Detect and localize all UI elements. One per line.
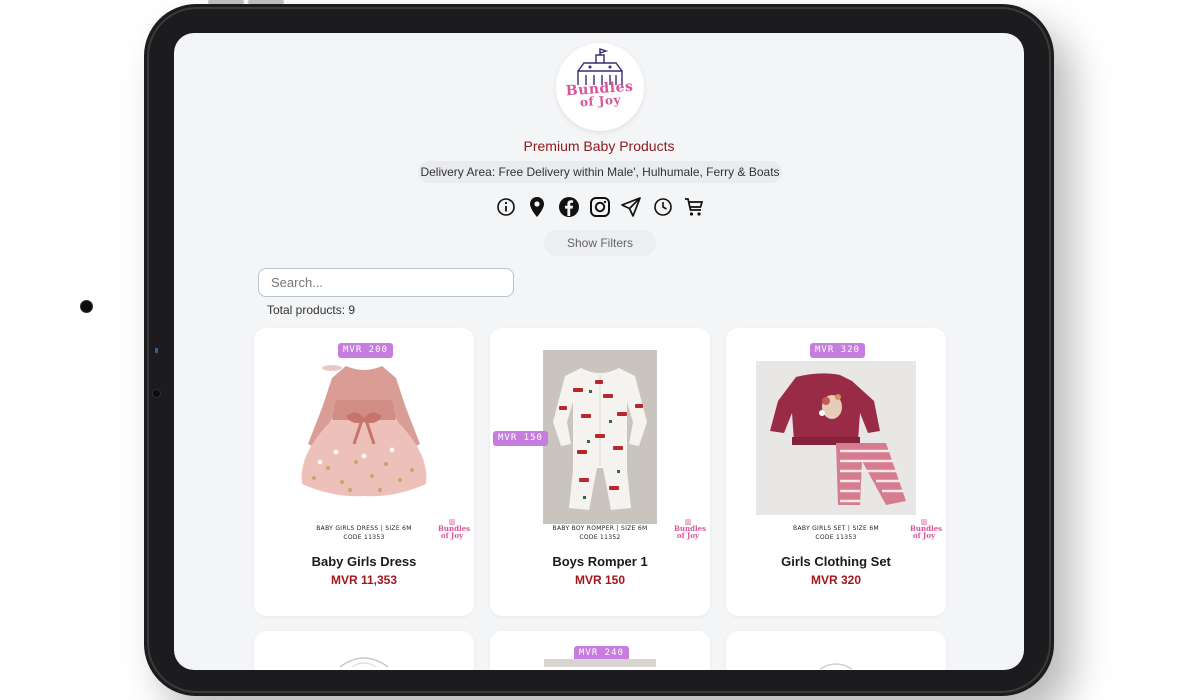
product-name: Boys Romper 1: [552, 554, 648, 569]
caption-line: BABY GIRLS DRESS | SIZE 6M: [316, 525, 412, 532]
product-image: [756, 361, 916, 515]
cart-icon[interactable]: [682, 195, 706, 219]
camera-sensor: [152, 389, 161, 398]
show-filters-button[interactable]: Show Filters: [544, 230, 656, 256]
price-tag-badge: MVR 150: [493, 431, 548, 446]
product-image: [819, 663, 853, 669]
facebook-icon[interactable]: [557, 195, 581, 219]
camera-indicator: [155, 348, 158, 353]
caption-code: CODE 11353: [343, 534, 385, 541]
instagram-icon[interactable]: [588, 195, 612, 219]
product-card[interactable]: [254, 631, 474, 670]
product-card[interactable]: [726, 631, 946, 670]
watermark-logo: ▥ Bundles of Joy: [438, 517, 471, 540]
delivery-info: Delivery Area: Free Delivery within Male…: [418, 161, 782, 183]
app-screen: Bundles of Joy Premium Baby Products Deli…: [174, 33, 1024, 670]
caption-line: BABY GIRLS SET | SIZE 6M: [793, 525, 879, 532]
image-caption: BABY GIRLS DRESS | SIZE 6M CODE 11353: [294, 524, 434, 542]
price-tag-badge: MVR 200: [338, 343, 393, 358]
watermark-logo: ▥ Bundles of Joy: [674, 517, 707, 540]
clock-icon[interactable]: [651, 195, 675, 219]
info-icon[interactable]: [494, 195, 518, 219]
total-products-count: Total products: 9: [267, 303, 356, 317]
product-image: [544, 659, 656, 667]
product-card[interactable]: MVR 150 BABY BOY ROMPER | SIZE 6M CODE 1…: [490, 328, 710, 616]
product-name: Baby Girls Dress: [311, 554, 417, 569]
location-pin-icon[interactable]: [525, 195, 549, 219]
product-price: MVR 150: [574, 573, 626, 587]
product-image: [301, 365, 427, 497]
caption-code: CODE 11352: [579, 534, 621, 541]
volume-down-button: [248, 0, 284, 4]
product-image: [339, 657, 389, 667]
search-input[interactable]: [258, 268, 514, 297]
send-icon[interactable]: [619, 195, 643, 219]
brand-logo: Bundles of Joy: [556, 43, 644, 131]
store-tagline: Premium Baby Products: [523, 138, 675, 154]
product-card[interactable]: MVR 320 BABY GIRLS SET | SIZE 6M CODE 11…: [726, 328, 946, 616]
image-caption: BABY GIRLS SET | SIZE 6M CODE 11353: [766, 524, 906, 542]
product-image: [543, 350, 657, 524]
social-links: [494, 195, 706, 219]
camera-lens: [80, 300, 93, 313]
product-price: MVR 11,353: [330, 573, 398, 587]
caption-code: CODE 11353: [815, 534, 857, 541]
brand-logo-text: Bundles of Joy: [565, 78, 634, 110]
watermark-logo: ▥ Bundles of Joy: [910, 517, 943, 540]
price-tag-badge: MVR 320: [810, 343, 865, 358]
product-card[interactable]: MVR 200 BABY GIRLS DRESS | SIZE 6M CODE …: [254, 328, 474, 616]
volume-up-button: [208, 0, 244, 4]
caption-line: BABY BOY ROMPER | SIZE 6M: [552, 525, 648, 532]
image-caption: BABY BOY ROMPER | SIZE 6M CODE 11352: [530, 524, 670, 542]
product-price: MVR 320: [810, 573, 862, 587]
product-name: Girls Clothing Set: [781, 554, 891, 569]
product-card[interactable]: MVR 240: [490, 631, 710, 670]
